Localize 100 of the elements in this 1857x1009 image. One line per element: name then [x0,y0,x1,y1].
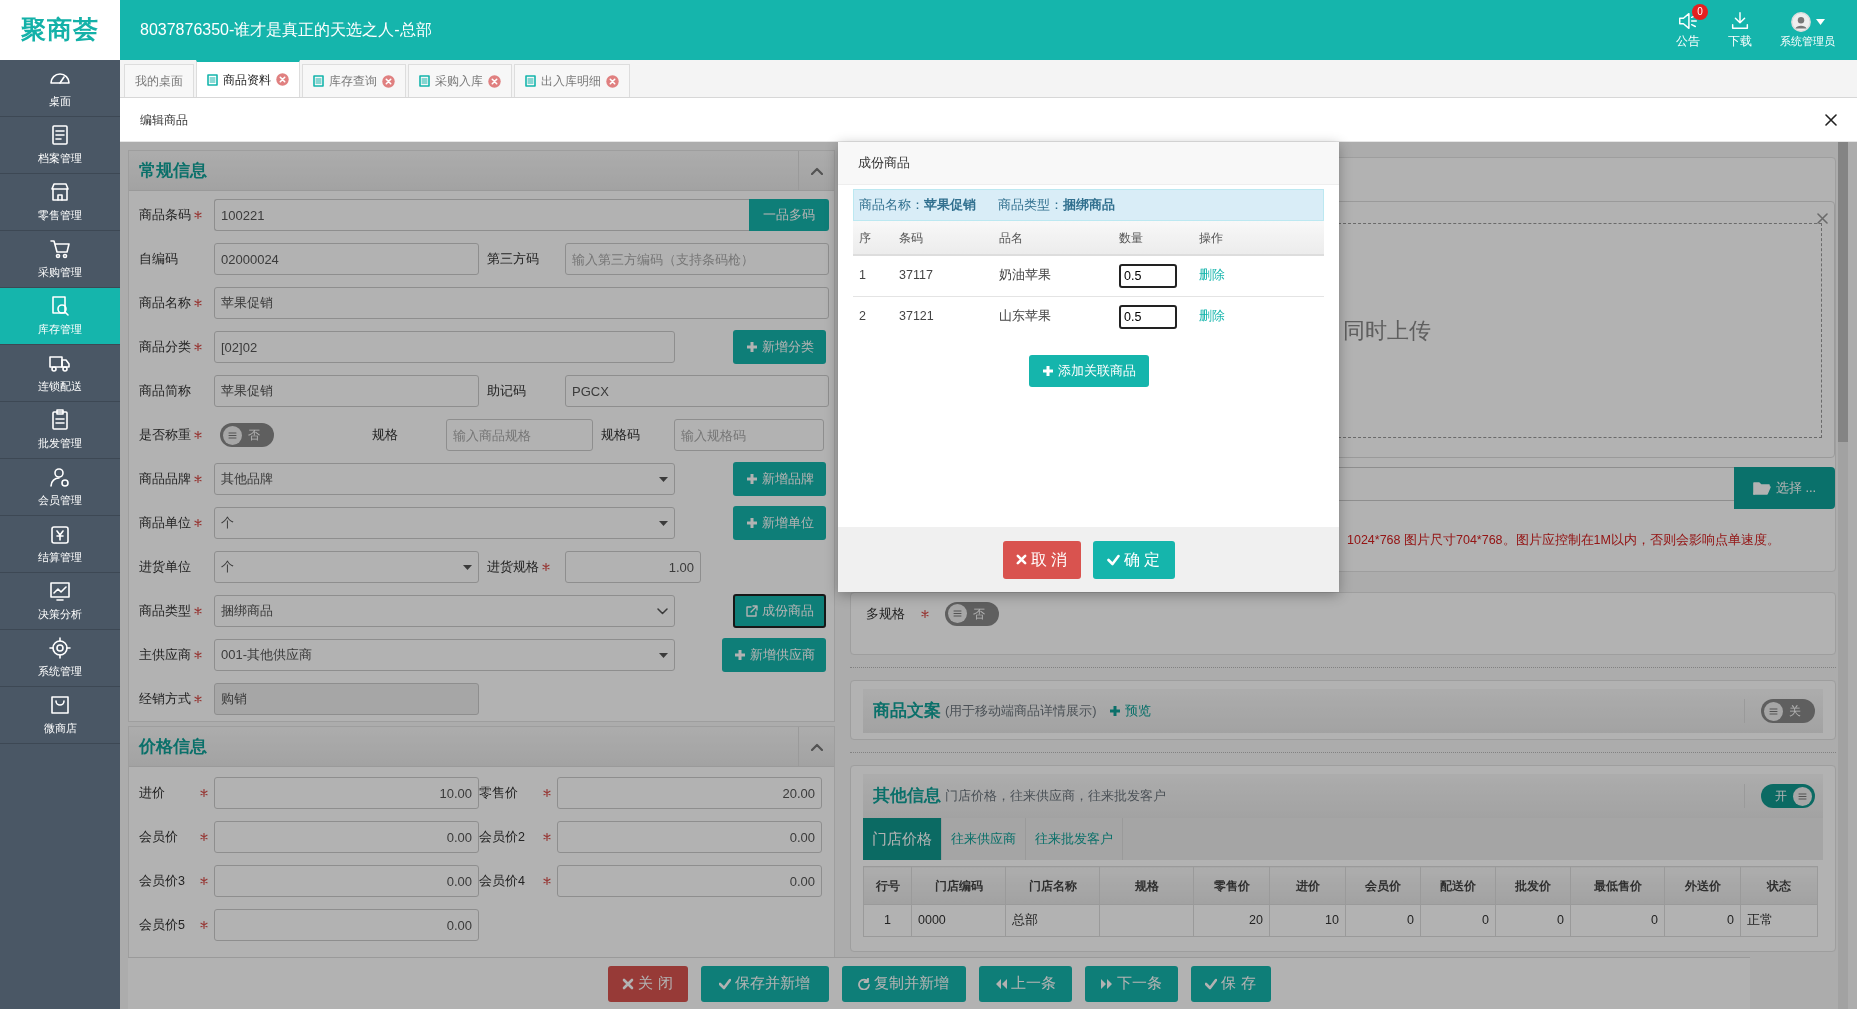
column-header: 批发价 [1495,866,1571,905]
sidebar-item[interactable]: 档案管理 [0,117,120,174]
section-title: 商品文案 [873,700,941,723]
field-label: 商品分类 [139,338,191,356]
chevron-down-icon [657,607,668,615]
column-header: 规格 [1099,866,1194,905]
components-button[interactable]: 成份商品 [733,594,826,628]
add-button[interactable]: 新增品牌 [733,462,826,496]
input-field[interactable]: 02000024 [214,243,479,275]
tab[interactable]: 采购入库 [408,64,512,97]
input-field[interactable]: 购销 [214,683,479,715]
input-field[interactable]: 100221 [214,199,749,231]
select-field[interactable]: 个 [214,551,479,583]
add-button[interactable]: 新增分类 [733,330,826,364]
quantity-field[interactable]: 0.5 [1119,263,1177,288]
input-field[interactable]: 0.00 [214,865,479,897]
column-header: 数量 [1113,221,1193,255]
add-button[interactable]: 添加关联商品 [1028,355,1149,387]
delete-link[interactable]: 删除 [1199,309,1225,324]
tab[interactable]: 库存查询 [302,64,406,97]
download-button[interactable]: 下载 [1716,0,1764,60]
table-cell: 0 [1345,904,1421,937]
section-subtitle: (用于移动端商品详情展示) [945,702,1097,721]
column-header: 零售价 [1193,866,1270,905]
toggle-switch[interactable]: 关 [1761,699,1815,723]
input-field[interactable]: 0.00 [214,821,479,853]
field-label: 会员价4 [479,872,525,890]
quantity-field[interactable]: 0.5 [1119,304,1177,329]
next-button[interactable]: 下一条 [1084,965,1178,1002]
save-new-button[interactable]: 保存并新增 [700,965,829,1002]
close-button[interactable]: 关 闭 [607,965,688,1002]
user-menu[interactable]: 系统管理员 [1768,0,1847,60]
select-field[interactable]: 捆绑商品 [214,595,675,627]
choose-button[interactable]: 选择 ... [1734,467,1835,509]
tab[interactable]: 我的桌面 [124,64,194,97]
field-label: 规格 [372,426,398,444]
table-cell: 1 [853,255,893,296]
column-header: 配送价 [1420,866,1496,905]
select-field[interactable]: 个 [214,507,675,539]
delete-link[interactable]: 删除 [1199,268,1225,283]
chevron-up-icon [810,166,823,175]
tab[interactable]: 往来供应商 [942,818,1026,860]
input-field[interactable]: 0.00 [214,909,479,941]
field-label: 商品条码 [139,206,191,224]
add-button[interactable]: 新增供应商 [722,638,826,672]
toggle-switch[interactable]: 开 [1761,784,1815,808]
table-cell: 0 [1420,904,1496,937]
tab[interactable]: 出入库明细 [514,64,630,97]
scrollbar-thumb[interactable] [1838,142,1848,442]
section-title: 常规信息 [139,159,207,182]
notice-button[interactable]: 公告 0 [1664,0,1712,60]
input-field[interactable]: [02]02 [214,331,675,363]
input-field[interactable]: 1.00 [565,551,701,583]
barcode-button[interactable]: 一品多码 [749,199,829,231]
caret-icon [1816,18,1825,25]
toggle-switch[interactable]: 否 [220,423,274,447]
check-icon [719,977,731,990]
field-label: 助记码 [487,382,526,400]
refresh-icon [858,977,870,990]
column-header: 门店编码 [911,866,1006,905]
input-field[interactable]: 苹果促销 [214,287,829,319]
document-icon [419,75,430,87]
input-field[interactable]: 20.00 [557,777,822,809]
confirm-button[interactable]: 确 定 [1092,540,1175,579]
copy-new-button[interactable]: 复制并新增 [841,965,966,1002]
info-text: 商品类型：捆绑商品 [998,196,1115,214]
input-field[interactable]: PGCX [565,375,829,407]
select-field[interactable]: 其他品牌 [214,463,675,495]
add-button[interactable]: 新增单位 [733,506,826,540]
drop-hint: 同时上传 [1343,317,1431,345]
close-icon [1817,213,1828,225]
save-button[interactable]: 保 存 [1190,965,1271,1002]
table-cell: 0 [1570,904,1665,937]
avatar-icon [1790,10,1812,33]
section-subtitle: 门店价格，往来供应商，往来批发客户 [945,787,1166,806]
cancel-button[interactable]: 取 消 [1002,540,1081,579]
field-label: 会员价 [139,828,178,846]
input-field[interactable]: 10.00 [214,777,479,809]
tab[interactable]: 往来批发客户 [1026,818,1123,860]
plus-icon [733,649,746,661]
table-cell: 0000 [911,904,1006,937]
column-header: 进价 [1269,866,1346,905]
input-field[interactable]: 0.00 [557,821,822,853]
tab[interactable]: 门店价格 [863,818,942,860]
input-field[interactable]: 0.00 [557,865,822,897]
sidebar-item[interactable]: 库存管理 [0,288,120,345]
info-text: 商品名称：苹果促销 [859,196,976,214]
tab[interactable]: 商品资料 [196,60,300,97]
column-header: 行号 [863,866,912,905]
toggle-switch[interactable]: 否 [945,601,999,626]
previous-button[interactable]: 上一条 [978,965,1072,1002]
table-cell: 1 [863,904,912,937]
field-label: 商品简称 [139,382,191,400]
select-field[interactable]: 001-其他供应商 [214,639,675,671]
input-field[interactable]: 苹果促销 [214,375,479,407]
document-icon [207,73,218,86]
field-label: 主供应商 [139,646,191,664]
preview-link[interactable]: 预览 [1100,701,1159,721]
column-header: 门店名称 [1005,866,1100,905]
field-label: 商品单位 [139,514,191,532]
